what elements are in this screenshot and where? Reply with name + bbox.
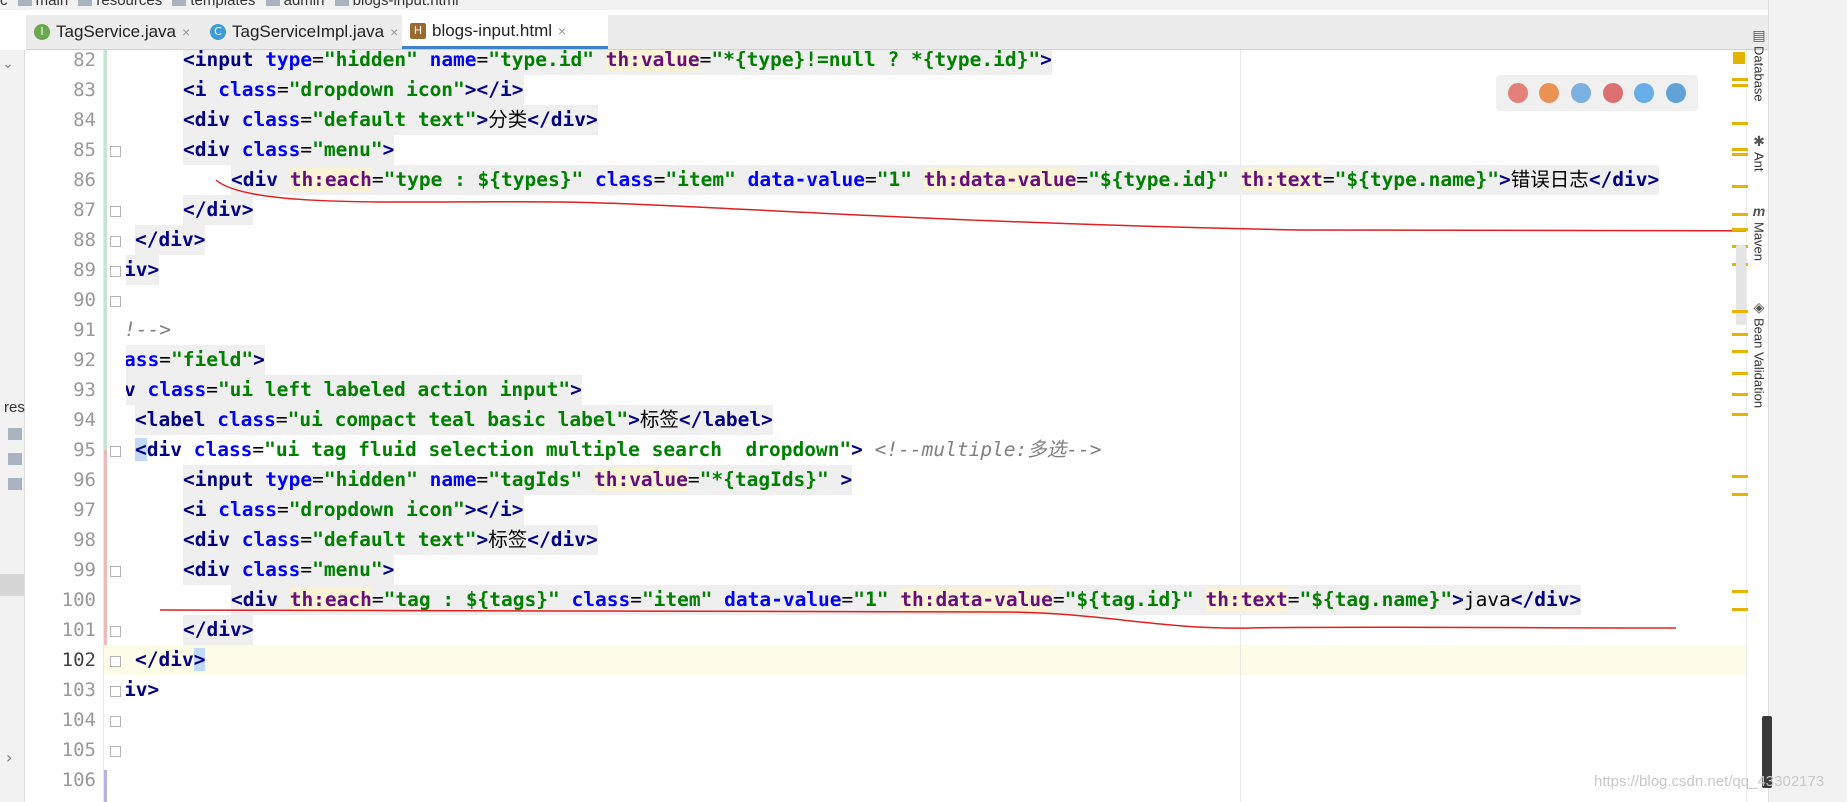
warning-marker[interactable] bbox=[1732, 372, 1748, 375]
tool-label: Maven bbox=[1751, 222, 1767, 262]
warning-marker[interactable] bbox=[1732, 475, 1748, 478]
browser-preview-bar bbox=[1496, 75, 1698, 111]
bean-validation-icon: ◈ bbox=[1753, 299, 1765, 315]
scrollbar-thumb[interactable] bbox=[1736, 245, 1746, 325]
annotation-underline bbox=[159, 608, 1677, 629]
opera-icon[interactable] bbox=[1602, 83, 1623, 103]
ant-icon: ✱ bbox=[1753, 133, 1765, 149]
annotation-layer bbox=[159, 179, 1847, 629]
tool-label: Database bbox=[1751, 46, 1767, 102]
ie-icon[interactable] bbox=[1634, 83, 1655, 103]
tool-label: Bean Validation bbox=[1751, 318, 1767, 409]
ant-tool-button[interactable]: ✱ Ant bbox=[1748, 134, 1770, 175]
tool-label: Ant bbox=[1751, 152, 1767, 172]
maven-tool-button[interactable]: m Maven bbox=[1748, 204, 1770, 264]
warning-marker[interactable] bbox=[1732, 213, 1748, 216]
warning-marker[interactable] bbox=[1732, 413, 1748, 416]
warning-marker[interactable] bbox=[1732, 590, 1748, 593]
warning-marker[interactable] bbox=[1732, 350, 1748, 353]
warning-marker[interactable] bbox=[1732, 608, 1748, 611]
warning-marker[interactable] bbox=[1732, 148, 1748, 151]
warning-marker[interactable] bbox=[1732, 333, 1748, 336]
warning-marker[interactable] bbox=[1732, 122, 1748, 125]
warning-icon[interactable] bbox=[1733, 52, 1745, 64]
database-icon: ▤ bbox=[1752, 27, 1766, 43]
right-tool-sidebar bbox=[1768, 0, 1847, 802]
warning-marker[interactable] bbox=[1732, 228, 1748, 231]
warning-marker[interactable] bbox=[1732, 185, 1748, 188]
safari-icon[interactable] bbox=[1571, 83, 1592, 103]
maven-icon: m bbox=[1752, 203, 1766, 219]
chrome-icon[interactable] bbox=[1507, 83, 1528, 103]
firefox-icon[interactable] bbox=[1539, 83, 1560, 103]
warning-marker[interactable] bbox=[1732, 153, 1748, 156]
warning-marker[interactable] bbox=[1732, 78, 1748, 81]
warning-marker[interactable] bbox=[1732, 393, 1748, 396]
database-tool-button[interactable]: ▤ Database bbox=[1748, 28, 1770, 105]
watermark-text: https://blog.csdn.net/qq_43302173 bbox=[1594, 773, 1825, 790]
warning-marker[interactable] bbox=[1732, 493, 1748, 496]
edge-icon[interactable] bbox=[1666, 83, 1687, 103]
warning-marker[interactable] bbox=[1732, 84, 1748, 87]
warning-marker[interactable] bbox=[1732, 310, 1748, 313]
annotation-underline bbox=[215, 179, 1847, 232]
bean-validation-tool-button[interactable]: ◈ Bean Validation bbox=[1748, 300, 1770, 411]
